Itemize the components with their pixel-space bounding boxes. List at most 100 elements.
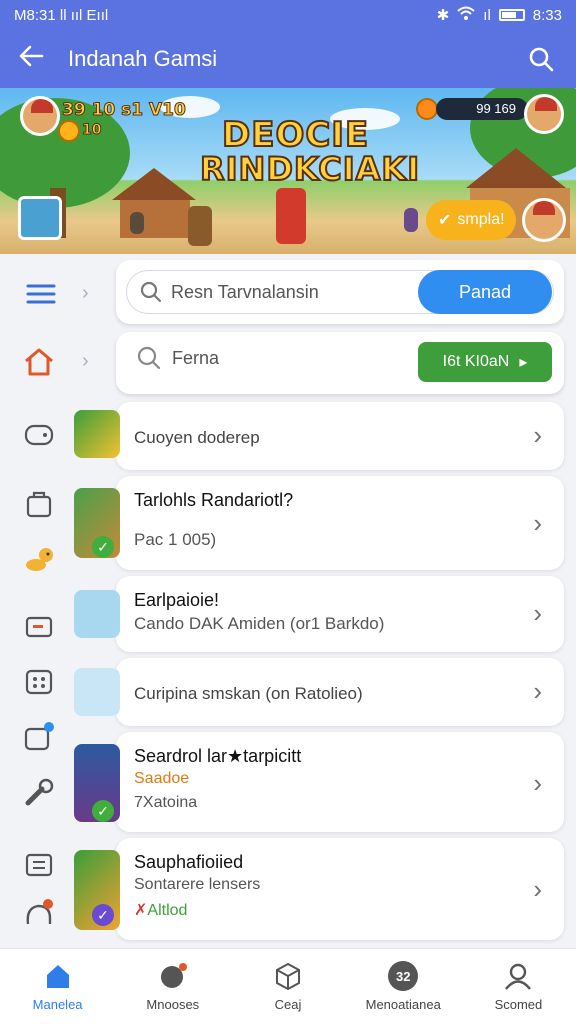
wifi-icon	[457, 6, 475, 24]
nav-label: Menoatianea	[365, 997, 441, 1012]
gamepad-icon	[158, 961, 188, 991]
tool-rail-button[interactable]	[22, 776, 56, 810]
dice-rail-button[interactable]	[22, 665, 56, 699]
chevron-right-icon: ›	[533, 420, 542, 450]
pet-rail-button[interactable]	[22, 543, 56, 577]
dice-badge-rail-button[interactable]	[22, 720, 56, 754]
card-icon	[25, 616, 53, 638]
chevron-right-icon: ›	[533, 676, 542, 706]
nav-home[interactable]: Manelea	[0, 949, 115, 1024]
game-title: Seardrol lar★tarpicitt	[134, 746, 302, 766]
profile-icon	[503, 961, 533, 991]
app-bar: Indanah Gamsi	[0, 30, 576, 88]
gamepad-outline-icon	[24, 424, 54, 446]
nav-profile[interactable]: Scomed	[461, 949, 576, 1024]
game-tag: ✗Altlod	[134, 900, 187, 920]
status-left: M8:31 ll ııl Eııl	[14, 6, 109, 24]
check-icon: ✔	[438, 212, 452, 229]
page-title: Indanah Gamsi	[68, 46, 218, 71]
wrench-icon	[25, 778, 54, 806]
game-thumbnail	[74, 590, 120, 638]
game-list-item[interactable]: Cuoyen doderep ›	[116, 402, 564, 470]
banner-headline-1: DEOCIE	[221, 114, 370, 156]
chevron-right-icon: ›	[82, 350, 89, 372]
character	[188, 206, 212, 246]
banner-headline-2: RINDKCIAKI	[199, 149, 421, 189]
game-subtitle: Cando DAK Amiden (or1 Barkdo)	[134, 614, 385, 633]
home-icon	[43, 961, 73, 991]
controller-rail-button[interactable]	[22, 418, 56, 452]
bag-icon	[26, 491, 52, 518]
nav-cube[interactable]: Ceaj	[230, 949, 345, 1024]
nav-notifications[interactable]: 32 Menoatianea	[346, 949, 461, 1024]
hut-roof	[466, 148, 566, 188]
elephant-rail-button[interactable]	[22, 896, 56, 930]
nav-games[interactable]: Mnooses	[115, 949, 230, 1024]
bag-rail-button[interactable]	[22, 487, 56, 521]
filter-label: Ferna	[172, 347, 220, 368]
home-outline-icon	[25, 348, 53, 376]
player-portrait[interactable]	[18, 196, 62, 240]
dice-icon	[25, 669, 53, 695]
play-arrow-icon: ▸	[519, 354, 528, 371]
game-list-item[interactable]: Sauphafioiied Sontarere lensers ✗Altlod …	[116, 838, 564, 940]
status-time: 8:33	[532, 6, 562, 24]
game-title: Sauphafioiied	[134, 852, 244, 872]
search-button[interactable]	[524, 42, 558, 76]
character	[130, 212, 144, 234]
signal-icon: ıl	[483, 6, 491, 24]
chevron-right-icon: ›	[533, 768, 542, 798]
avatar-icon: 32	[388, 961, 419, 991]
game-list-item[interactable]: Earlpaioie! Cando DAK Amiden (or1 Barkdo…	[116, 576, 564, 652]
game-title: Curipina smskan (on Ratolieo)	[134, 684, 363, 703]
installed-check-icon: ✓	[92, 536, 114, 558]
game-list-item[interactable]: Seardrol lar★tarpicitt Saadoe 7Xatoina ›	[116, 732, 564, 832]
search-icon	[140, 281, 162, 303]
chevron-right-icon: ›	[82, 282, 89, 304]
error-x-icon: ✗	[134, 902, 148, 919]
menu-icon	[26, 284, 56, 304]
bluetooth-icon: ✱	[436, 7, 450, 24]
coin-count: 10	[81, 122, 102, 139]
nav-label: Mnooses	[146, 997, 200, 1012]
game-thumbnail	[74, 668, 120, 716]
nav-badge: 32	[395, 968, 411, 984]
house-roof	[112, 168, 196, 200]
game-list-item[interactable]: Curipina smskan (on Ratolieo) ›	[116, 658, 564, 726]
filter-action-label: I6t KI0aN	[442, 353, 510, 370]
nav-label: Ceaj	[274, 997, 302, 1012]
status-bar: M8:31 ll ııl Eııl ✱ ıl 8:33	[0, 0, 576, 30]
chevron-right-icon: ›	[533, 874, 542, 904]
back-button[interactable]	[18, 44, 52, 75]
menu-button[interactable]	[24, 277, 58, 311]
banner-cta-button[interactable]: ✔ smpla!	[426, 200, 516, 240]
game-title: Earlpaioie!	[134, 590, 220, 610]
game-subtitle: Pac 1 005)	[134, 530, 217, 549]
list-rail-button[interactable]	[22, 848, 56, 882]
nav-label: Scomed	[494, 997, 543, 1012]
promo-banner[interactable]: 39 10 s1 V10 10 99 169 DEOCIE RINDKCIAKI…	[0, 88, 576, 254]
card-rail-button[interactable]	[22, 610, 56, 644]
status-icons: ✱ ıl 8:33	[436, 6, 562, 25]
banner-cta-label: smpla!	[457, 211, 505, 228]
dog-icon	[26, 548, 53, 571]
game-list-item[interactable]: Tarlohls Randariotl? Pac 1 005) ›	[116, 476, 564, 570]
character	[404, 208, 418, 232]
filter-input[interactable]: Ferna	[136, 345, 219, 371]
search-submit-button[interactable]: Panad	[418, 270, 552, 314]
nav-label: Manelea	[32, 997, 83, 1012]
game-subtitle: Sontarere lensers	[134, 876, 261, 893]
opponent-avatar[interactable]	[524, 94, 564, 134]
search-icon	[137, 346, 161, 370]
chevron-right-icon: ›	[533, 598, 542, 628]
installed-check-icon: ✓	[92, 800, 114, 822]
reward-avatar[interactable]	[522, 198, 566, 242]
chevron-right-icon: ›	[533, 508, 542, 538]
cube-icon	[273, 961, 303, 991]
player-avatar[interactable]	[20, 96, 60, 136]
banner-stat: 39 10 s1 V10	[62, 100, 187, 121]
arrow-left-icon	[19, 45, 44, 66]
filter-action-button[interactable]: I6t KI0aN ▸	[418, 342, 552, 382]
home-rail-button[interactable]	[22, 345, 56, 379]
elephant-icon	[26, 899, 53, 925]
